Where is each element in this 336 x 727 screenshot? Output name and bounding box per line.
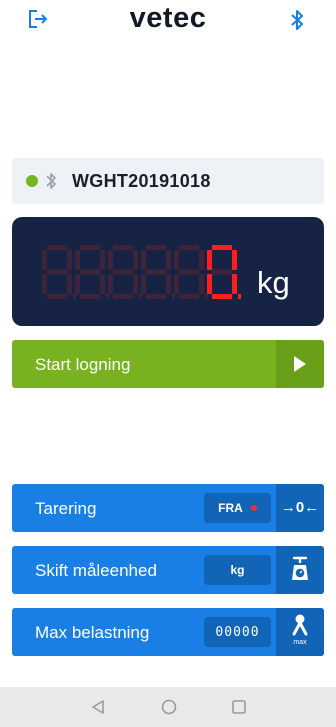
digit-0-decimal-point (73, 294, 76, 299)
digit-0-segment-b (67, 250, 72, 270)
digit-5-decimal-point (238, 294, 241, 299)
digit-2-segment-f (108, 250, 113, 270)
digit-2-segment-c (133, 274, 138, 294)
digit-3-segment-b (166, 250, 171, 270)
digit-5-segment-f (207, 250, 212, 270)
max-caption: max (293, 639, 307, 646)
tare-status-dot (250, 505, 257, 511)
digit-1-segment-b (100, 250, 105, 270)
top-bar: vetec (0, 0, 336, 40)
bluetooth-icon[interactable] (288, 9, 306, 31)
digit-3-decimal-point (172, 294, 175, 299)
digit-3-segment-d (146, 294, 166, 299)
max-load-label: Max belastning (35, 623, 150, 642)
unit-value-chip: kg (204, 555, 271, 585)
max-load-button[interactable]: Max belastning 00000 max (12, 608, 324, 656)
start-logging-button[interactable]: Start logning (12, 340, 324, 388)
digit-5-segment-b (232, 250, 237, 270)
digit-2-segment-a (113, 245, 133, 250)
digit-2-segment-b (133, 250, 138, 270)
tare-zero-icon: →0← (276, 484, 324, 532)
bluetooth-icon (44, 171, 58, 191)
digit-1-decimal-point (106, 294, 109, 299)
brand-logo: vetec (129, 2, 207, 34)
digit-4-segment-g (179, 269, 199, 275)
digit-1-segment-a (80, 245, 100, 250)
digit-4-segment-f (174, 250, 179, 270)
digit-2-decimal-point (139, 294, 142, 299)
digit-4-segment-c (199, 274, 204, 294)
digit-1-segment-e (75, 274, 80, 294)
play-icon (276, 340, 324, 388)
digit-1-segment-g (80, 269, 100, 275)
device-connection-bar[interactable]: WGHT20191018 (12, 158, 324, 204)
digit-3-segment-g (146, 269, 166, 275)
digit-1-segment-f (75, 250, 80, 270)
digit-2-segment-e (108, 274, 113, 294)
digit-1-segment-c (100, 274, 105, 294)
home-icon[interactable] (160, 698, 178, 721)
max-load-value-chip: 00000 (204, 617, 271, 647)
weight-display: kg (12, 217, 324, 326)
tare-label: Tarering (35, 499, 97, 518)
digit-0-segment-f (42, 250, 47, 270)
digit-3-segment-e (141, 274, 146, 294)
digit-2-segment-d (113, 294, 133, 299)
max-weight-icon: max (276, 608, 324, 656)
digit-5-segment-c (232, 274, 237, 294)
digit-4-decimal-point (205, 294, 208, 299)
tare-status-chip: FRA (204, 493, 271, 523)
digit-3-segment-c (166, 274, 171, 294)
system-nav-bar (0, 687, 336, 727)
change-unit-label: Skift måleenhed (35, 561, 157, 580)
digit-0-segment-e (42, 274, 47, 294)
device-name: WGHT20191018 (72, 171, 211, 191)
digit-5-segment-e (207, 274, 212, 294)
back-icon[interactable] (90, 699, 106, 720)
digit-2-segment-g (113, 269, 133, 275)
digit-4-segment-a (179, 245, 199, 250)
digit-1-segment-d (80, 294, 100, 299)
digit-4-segment-b (199, 250, 204, 270)
weight-unit: kg (257, 265, 290, 300)
digit-0-segment-a (47, 245, 67, 250)
tare-status-value: FRA (218, 501, 243, 515)
digit-4-segment-e (174, 274, 179, 294)
digit-3-segment-a (146, 245, 166, 250)
recent-apps-icon[interactable] (231, 699, 247, 720)
digit-5-segment-d (212, 294, 232, 299)
digit-5-segment-g (212, 269, 232, 275)
digit-3-segment-f (141, 250, 146, 270)
digit-5-segment-a (212, 245, 232, 250)
digit-0-segment-d (47, 294, 67, 299)
digit-4-segment-d (179, 294, 199, 299)
tare-button[interactable]: Tarering FRA →0← (12, 484, 324, 532)
digit-0-segment-c (67, 274, 72, 294)
scale-icon (276, 546, 324, 594)
start-logging-label: Start logning (35, 355, 131, 374)
connection-status-dot (26, 175, 38, 187)
change-unit-button[interactable]: Skift måleenhed kg (12, 546, 324, 594)
digit-0-segment-g (47, 269, 67, 275)
